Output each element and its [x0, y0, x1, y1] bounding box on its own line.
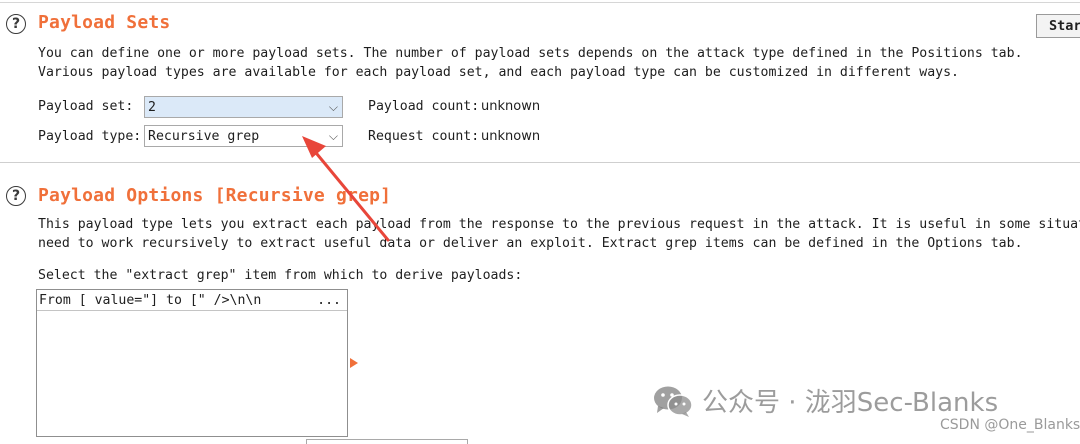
payload-count-label: Payload count:: [368, 99, 480, 114]
payload-type-label: Payload type:: [38, 129, 142, 144]
payload-set-select[interactable]: 2 ⌵: [144, 96, 343, 118]
payload-options-description-2: need to work recursively to extract usef…: [38, 236, 1023, 251]
payload-options-description-1: This payload type lets you extract each …: [38, 217, 1080, 232]
chevron-down-icon: ⌵: [328, 100, 338, 114]
list-item[interactable]: From [ value="] to [" />\n\n ...: [37, 290, 347, 311]
request-count-value: unknown: [481, 129, 541, 144]
extract-grep-select-label: Select the "extract grep" item from whic…: [38, 268, 523, 283]
expand-arrow-icon[interactable]: [350, 358, 358, 368]
grep-item-more: ...: [317, 292, 341, 308]
payload-set-label: Payload set:: [38, 99, 134, 114]
extract-grep-list[interactable]: From [ value="] to [" />\n\n ...: [36, 289, 348, 437]
bottom-field[interactable]: [306, 439, 468, 444]
help-icon[interactable]: ?: [6, 186, 26, 206]
start-attack-button[interactable]: Start attack: [1036, 14, 1080, 38]
watermark-main-text: 公众号 · 泷羽Sec-Blanks: [702, 388, 999, 418]
grep-item-text: From [ value="] to [" />\n\n: [39, 292, 262, 308]
section-title-payload-sets: Payload Sets: [38, 12, 171, 33]
watermark: 公众号 · 泷羽Sec-Blanks: [652, 382, 998, 419]
start-attack-label: Start attack: [1049, 18, 1080, 34]
payload-type-value: Recursive grep: [148, 128, 260, 144]
section-divider: [0, 162, 1080, 163]
help-icon[interactable]: ?: [6, 14, 26, 34]
payload-count-value: unknown: [481, 99, 541, 114]
watermark-sub-text: CSDN @One_Blanks: [940, 417, 1080, 433]
payload-set-value: 2: [148, 99, 156, 115]
annotation-arrow: [302, 136, 390, 242]
top-border: [0, 2, 1080, 3]
payload-sets-description-1: You can define one or more payload sets.…: [38, 46, 1023, 61]
wechat-icon: [654, 386, 693, 417]
payload-sets-description-2: Various payload types are available for …: [38, 65, 959, 80]
